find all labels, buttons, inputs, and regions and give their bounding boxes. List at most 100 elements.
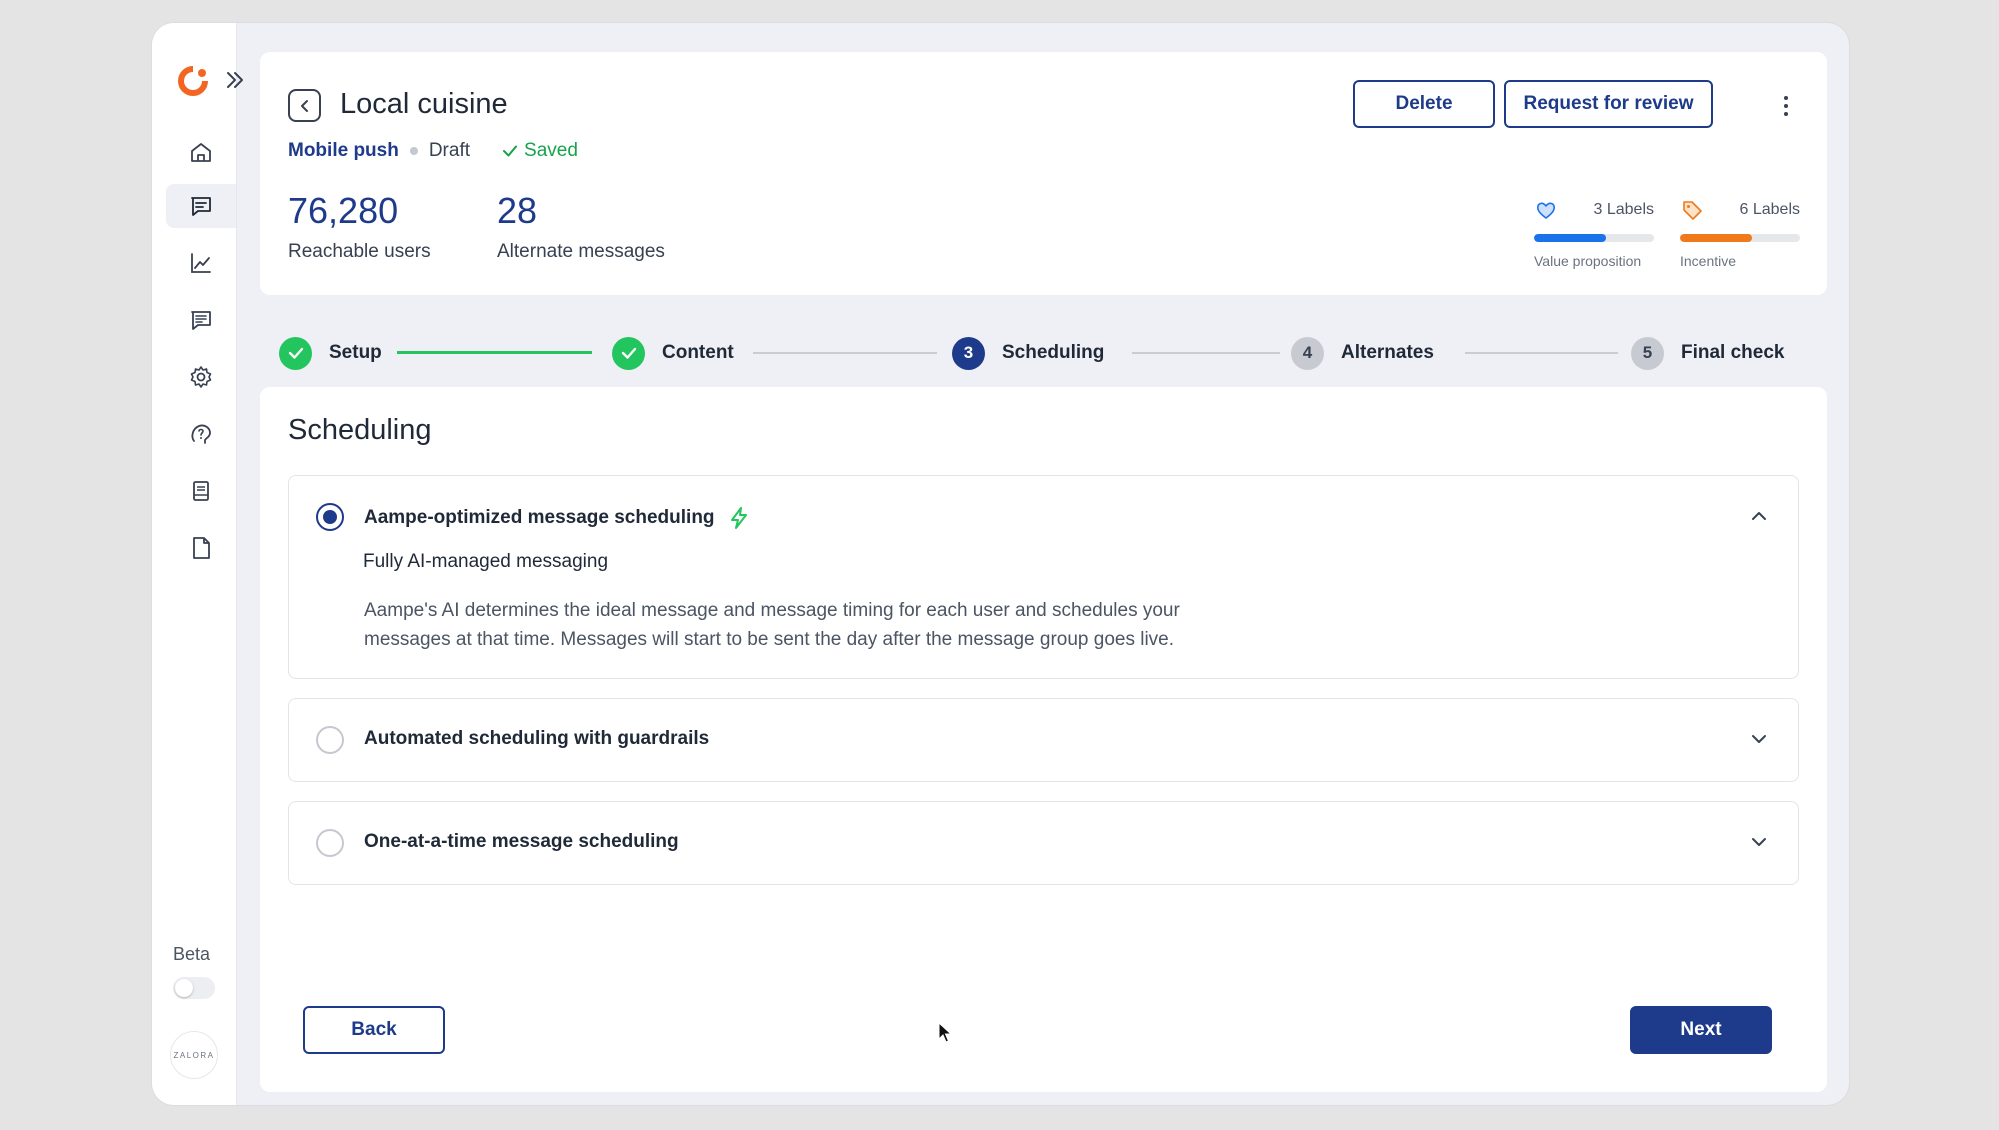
document-icon	[193, 537, 210, 559]
section-title: Scheduling	[288, 414, 432, 446]
nav-analytics[interactable]	[166, 241, 236, 285]
scheduling-panel: Scheduling Aampe-optimized message sched…	[260, 387, 1827, 1092]
step-label: Setup	[329, 342, 382, 363]
avatar[interactable]: ZALORA	[170, 1031, 218, 1079]
step-complete-indicator	[612, 336, 645, 370]
library-icon	[193, 481, 209, 501]
label-metric-value-proposition[interactable]: 3 Labels Value proposition	[1534, 198, 1654, 269]
analytics-icon	[191, 253, 211, 273]
nav-messages[interactable]	[166, 184, 236, 228]
sidebar: Beta ZALORA	[152, 23, 243, 1105]
step-connector	[397, 351, 592, 354]
delete-button[interactable]: Delete	[1353, 80, 1495, 128]
app-frame: Beta ZALORA Local cuisine Mobile push Dr…	[152, 23, 1849, 1105]
nav-help[interactable]	[166, 412, 236, 456]
step-scheduling[interactable]: 3 Scheduling	[952, 323, 1104, 383]
option-header[interactable]: Aampe-optimized message scheduling	[289, 476, 1798, 558]
beta-label: Beta	[173, 944, 211, 964]
nav-message-board[interactable]	[166, 298, 236, 342]
step-complete-indicator	[279, 336, 312, 370]
option-automated-guardrails: Automated scheduling with guardrails	[288, 698, 1799, 782]
stat-alternate-messages: 28 Alternate messages	[497, 190, 665, 263]
step-label: Scheduling	[1002, 342, 1105, 363]
chevron-left-icon	[300, 99, 308, 112]
step-number: 4	[1291, 336, 1324, 370]
step-number: 3	[952, 336, 985, 370]
next-button[interactable]: Next	[1630, 1006, 1772, 1054]
progress-stepper: Setup Content 3 Scheduling 4 Alternates …	[260, 323, 1827, 383]
step-setup[interactable]: Setup	[279, 323, 382, 383]
option-title: One-at-a-time message scheduling	[364, 831, 679, 853]
label-count: 3 Labels	[1593, 201, 1655, 218]
chevron-up-icon[interactable]	[1747, 504, 1771, 528]
option-one-at-a-time: One-at-a-time message scheduling	[288, 801, 1799, 885]
tag-icon	[1683, 201, 1702, 220]
option-title: Aampe-optimized message scheduling	[364, 505, 752, 531]
back-arrow-button[interactable]	[288, 89, 321, 122]
progress-bar	[1534, 234, 1654, 242]
back-button[interactable]: Back	[303, 1006, 445, 1054]
campaign-header: Local cuisine Mobile push Draft Saved 76…	[260, 52, 1827, 295]
step-content[interactable]: Content	[612, 323, 734, 383]
check-icon	[288, 347, 303, 359]
step-number: 5	[1631, 336, 1664, 370]
option-title-text: Aampe-optimized message scheduling	[364, 507, 715, 528]
stat-value: 76,280	[288, 190, 399, 231]
nav-home[interactable]	[166, 130, 236, 174]
radio-aampe-optimized[interactable]	[316, 503, 344, 531]
label-metric-incentive[interactable]: 6 Labels Incentive	[1680, 198, 1800, 269]
progress-fill	[1534, 234, 1606, 242]
option-title-text: One-at-a-time message scheduling	[364, 831, 679, 852]
channel-link[interactable]: Mobile push	[288, 140, 399, 162]
radio-automated-guardrails[interactable]	[316, 726, 344, 754]
check-icon	[503, 145, 518, 157]
stat-label: Alternate messages	[497, 241, 665, 262]
option-header[interactable]: One-at-a-time message scheduling	[289, 802, 1798, 884]
option-subtitle: Fully AI-managed messaging	[363, 551, 609, 572]
help-icon	[191, 424, 211, 444]
step-label: Final check	[1681, 342, 1785, 363]
label-metric-name: Incentive	[1680, 253, 1737, 269]
page-title: Local cuisine	[340, 88, 508, 120]
step-final-check[interactable]: 5 Final check	[1631, 323, 1785, 383]
chevron-down-icon[interactable]	[1747, 727, 1771, 751]
nav-settings[interactable]	[166, 355, 236, 399]
lightning-icon	[730, 507, 747, 529]
status-text: Draft	[428, 140, 471, 161]
step-label: Content	[662, 342, 734, 363]
message-board-icon	[191, 311, 211, 330]
option-aampe-optimized: Aampe-optimized message scheduling Fully…	[288, 475, 1799, 679]
mouse-cursor-icon	[938, 1022, 952, 1043]
home-icon	[191, 143, 211, 162]
brand-logo-icon[interactable]	[175, 63, 211, 99]
separator-dot	[409, 147, 418, 155]
messages-icon	[191, 197, 211, 216]
option-title: Automated scheduling with guardrails	[364, 728, 709, 750]
step-connector	[1132, 352, 1280, 354]
progress-bar	[1680, 234, 1800, 242]
option-title-text: Automated scheduling with guardrails	[364, 728, 710, 749]
beta-toggle[interactable]	[173, 977, 215, 999]
step-connector	[753, 352, 937, 354]
nav-documents[interactable]	[166, 526, 236, 570]
label-count: 6 Labels	[1739, 201, 1801, 218]
stat-label: Reachable users	[288, 241, 431, 262]
stat-value: 28	[497, 190, 538, 231]
option-description: Aampe's AI determines the ideal message …	[364, 600, 1180, 650]
heart-icon	[1536, 202, 1556, 219]
saved-indicator: Saved	[501, 140, 578, 162]
expand-sidebar-icon[interactable]	[222, 67, 248, 93]
chevron-down-icon[interactable]	[1747, 830, 1771, 854]
campaign-meta: Mobile push Draft Saved	[288, 140, 578, 162]
saved-label: Saved	[524, 140, 578, 161]
nav-library[interactable]	[166, 469, 236, 513]
option-header[interactable]: Automated scheduling with guardrails	[289, 699, 1798, 781]
stat-reachable-users: 76,280 Reachable users	[288, 190, 431, 263]
radio-one-at-a-time[interactable]	[316, 829, 344, 857]
settings-icon	[190, 366, 212, 388]
step-alternates[interactable]: 4 Alternates	[1291, 323, 1434, 383]
check-icon	[621, 347, 636, 359]
request-review-button[interactable]: Request for review	[1504, 80, 1713, 128]
more-options-icon[interactable]	[1776, 92, 1796, 120]
step-label: Alternates	[1341, 342, 1434, 363]
